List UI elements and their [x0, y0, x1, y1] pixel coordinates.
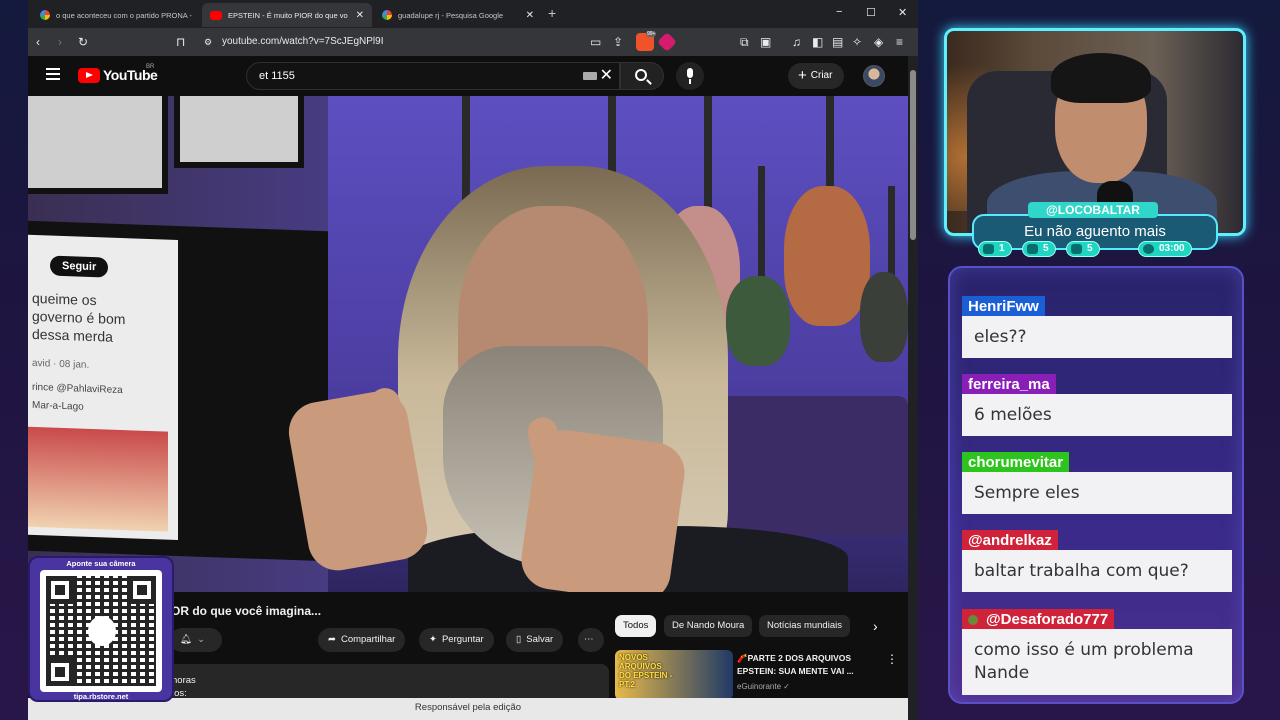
bookmark-icon[interactable]: ⊓	[176, 34, 185, 50]
wallet-icon[interactable]: ▤	[832, 34, 843, 50]
chip-noticias-mundiais[interactable]: Notícias mundiais	[759, 615, 850, 637]
minimize-button[interactable]: −	[836, 6, 842, 18]
streamer-hair	[1051, 53, 1151, 103]
back-icon[interactable]: ‹	[36, 34, 40, 50]
notifications-button[interactable]: 🔔︎ ⌄	[170, 628, 222, 652]
chip-todos[interactable]: Todos	[615, 615, 657, 637]
youtube-header: YouTube BR et 1155 ✕ + Criar	[28, 56, 908, 96]
recommendation-channel[interactable]: eGuinorante ✓	[737, 682, 790, 691]
monitor-screen: Seguir queime os governo é bom dessa mer…	[28, 234, 178, 540]
account-avatar[interactable]	[863, 65, 885, 87]
menu-icon[interactable]: ≡	[896, 34, 903, 50]
hamburger-menu-icon[interactable]	[46, 68, 60, 80]
chevron-right-icon[interactable]: ›	[873, 618, 878, 634]
link-icon	[1071, 244, 1082, 254]
extensions-icon[interactable]: ⧉	[740, 34, 749, 50]
tab-bar: o que aconteceu com o partido PRONA - Pe…	[28, 0, 918, 28]
youtube-count-badge: 5	[1022, 241, 1056, 257]
recommendation-title[interactable]: 🧨PARTE 2 DOS ARQUIVOS EPSTEIN: SUA MENTE…	[737, 652, 877, 678]
share-icon[interactable]: ⇪	[613, 34, 623, 50]
more-vert-icon[interactable]: ⋮	[886, 652, 898, 666]
new-tab-button[interactable]: +	[548, 5, 556, 21]
chat-username: @Desaforado777	[962, 609, 1115, 631]
media-icon[interactable]: ♫	[792, 34, 801, 50]
browser-toolbar: ‹ › ↻ ⊓ ⚙ youtube.com/watch?v=7ScJEgNPl9…	[28, 28, 918, 56]
tab-epstein-video[interactable]: EPSTEIN - É muito PIOR do que você im ✕	[202, 3, 372, 27]
video-player[interactable]: Seguir queime os governo é bom dessa mer…	[28, 96, 908, 592]
bell-icon: 🔔︎	[180, 634, 193, 645]
chat-icon	[983, 244, 994, 254]
forward-icon[interactable]: ›	[58, 34, 62, 50]
ask-button[interactable]: ✦ Perguntar	[419, 628, 494, 652]
close-tab-icon[interactable]: ✕	[526, 10, 534, 21]
tab-guadalupe-search[interactable]: guadalupe rj - Pesquisa Google ✕	[374, 3, 542, 27]
share-button[interactable]: ➦ Compartilhar	[318, 628, 406, 652]
save-playlist-icon: ▯	[516, 634, 522, 645]
guitar	[784, 186, 870, 326]
youtube-logo[interactable]: YouTube BR	[78, 64, 158, 83]
url-text: youtube.com/watch?v=7ScJEgNPl9I	[222, 36, 384, 47]
tab-prona-search[interactable]: o que aconteceu com o partido PRONA - Pe	[32, 3, 200, 27]
wall-frame	[28, 96, 168, 194]
google-icon	[382, 10, 392, 20]
screenshot-icon[interactable]: ▣	[760, 34, 771, 50]
chat-username: ferreira_ma	[962, 374, 1056, 396]
streamer-name: @LOCOBALTAR	[1028, 202, 1158, 218]
chat-count-badge: 1	[978, 241, 1012, 257]
couch	[718, 396, 908, 536]
brave-badge: 99+	[646, 31, 657, 37]
youtube-icon	[1027, 244, 1038, 254]
scrollbar[interactable]	[908, 56, 918, 720]
close-window-button[interactable]: ✕	[898, 6, 907, 19]
clock-icon	[1143, 244, 1154, 254]
guitar	[726, 276, 790, 366]
chat-message: baltar trabalha com que?	[962, 550, 1232, 592]
close-tab-icon[interactable]: ✕	[356, 10, 364, 21]
wall-frame	[174, 96, 304, 168]
voice-search-button[interactable]	[676, 62, 704, 90]
create-button[interactable]: + Criar	[788, 63, 845, 89]
video-title: OR do que você imagina...	[171, 604, 322, 618]
qr-overlay: Aponte sua câmera tipa.rbstore.net	[28, 556, 174, 702]
chat-message: eles??	[962, 316, 1232, 358]
guitar	[860, 272, 908, 362]
reload-icon[interactable]: ↻	[78, 34, 88, 50]
timer-badge: 03:00	[1138, 241, 1192, 257]
plus-icon: +	[798, 67, 807, 84]
qr-logo	[88, 616, 116, 646]
save-button[interactable]: ▯ Salvar	[506, 628, 564, 652]
link-count-badge: 5	[1066, 241, 1100, 257]
qr-code	[40, 570, 162, 692]
badge-icon	[968, 615, 978, 625]
share-arrow-icon: ➦	[328, 634, 336, 645]
chat-username: HenriFww	[962, 296, 1045, 318]
keyboard-icon[interactable]	[583, 72, 597, 80]
maximize-button[interactable]: ☐	[866, 6, 876, 19]
youtube-icon	[210, 10, 222, 20]
google-icon	[40, 10, 50, 20]
clear-search-icon[interactable]: ✕	[600, 63, 613, 89]
sidebar-icon[interactable]: ◧	[812, 34, 823, 50]
site-info-icon[interactable]: ⚙	[204, 34, 212, 50]
chat-message: Sempre eles	[962, 472, 1232, 514]
search-button[interactable]	[620, 62, 664, 90]
chat-username: @andrelkaz	[962, 530, 1058, 552]
chat-message: 6 melões	[962, 394, 1232, 436]
scrollbar-thumb[interactable]	[910, 70, 916, 240]
chat-message: como isso é um problema Nande	[962, 629, 1232, 695]
sparkle-icon: ✦	[429, 634, 437, 645]
monitor: Seguir queime os governo é bom dessa mer…	[28, 220, 328, 562]
chevron-down-icon: ⌄	[197, 634, 206, 645]
vpn-icon[interactable]: ◈	[874, 34, 883, 50]
monitor-photo	[28, 426, 168, 532]
search-icon	[635, 69, 647, 81]
recommendation-thumbnail[interactable]: NOVOS ARQUIVOS DO EPSTEIN - PT.2	[615, 650, 733, 700]
chip-de-nando-moura[interactable]: De Nando Moura	[664, 615, 753, 637]
more-actions-button[interactable]: ⋯	[578, 628, 604, 652]
cast-icon[interactable]: ▭	[590, 34, 601, 50]
youtube-play-icon	[78, 67, 100, 83]
search-input[interactable]: et 1155 ✕	[246, 62, 620, 90]
chat-username: chorumevitar	[962, 452, 1070, 474]
leo-ai-icon[interactable]: ✧	[852, 34, 862, 50]
